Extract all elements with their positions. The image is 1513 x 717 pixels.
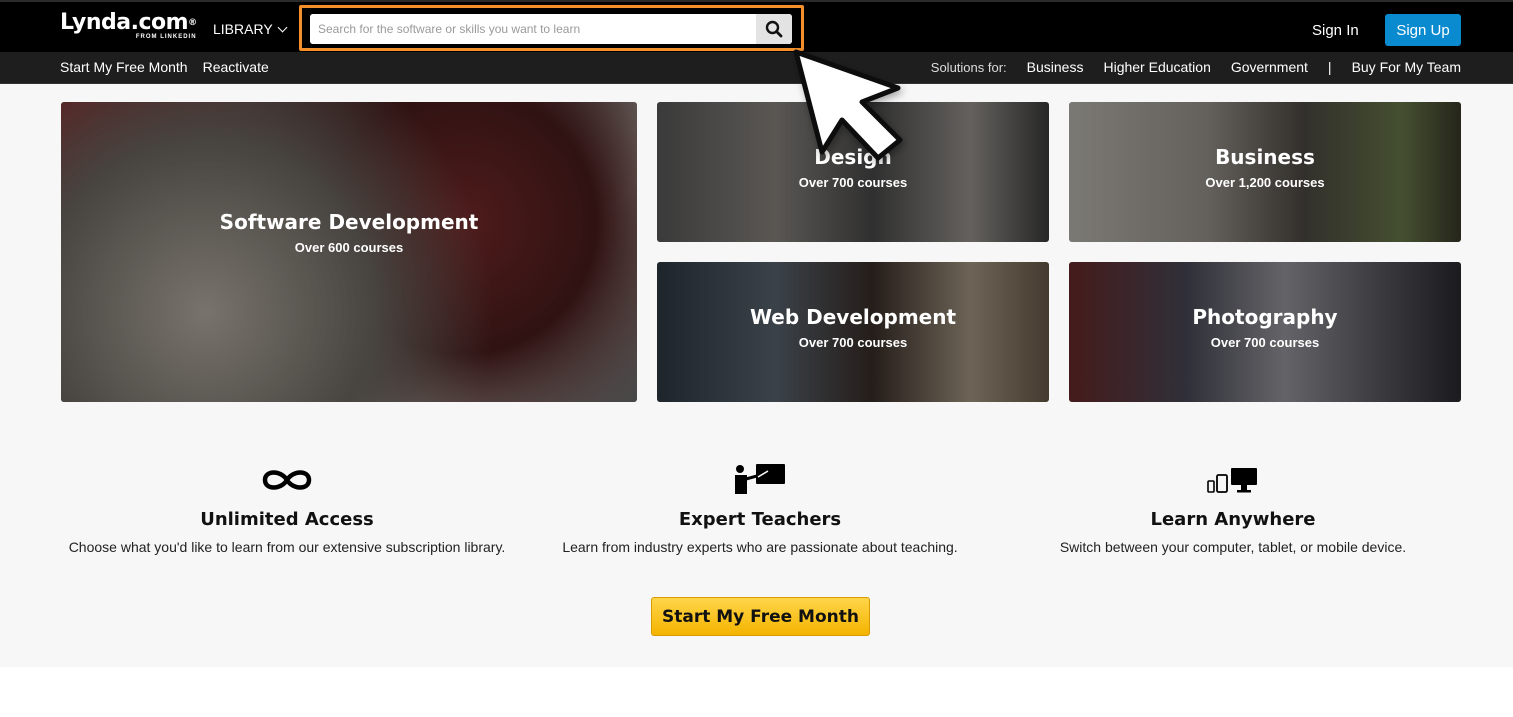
solutions-government-link[interactable]: Government [1231,59,1308,75]
tile-title: Photography [1192,305,1338,329]
lynda-logo[interactable]: Lynda.com® FROM LINKEDIN [60,10,197,41]
tile-title: Business [1215,145,1315,169]
feature-title: Expert Teachers [678,509,842,530]
feature-title: Learn Anywhere [1150,509,1316,530]
solutions-business-link[interactable]: Business [1027,59,1084,75]
feature-learn-anywhere: Learn Anywhere Switch between your compu… [1013,459,1453,556]
top-navigation-bar: Lynda.com® FROM LINKEDIN LIBRARY Sign In… [0,0,1513,52]
feature-description: Switch between your computer, tablet, or… [1059,539,1407,555]
feature-description: Choose what you'd like to learn from our… [68,539,506,555]
tile-subtitle: Over 700 courses [798,335,908,350]
tile-title: Design [814,145,892,169]
solutions-higher-education-link[interactable]: Higher Education [1103,59,1210,75]
feature-expert-teachers: Expert Teachers Learn from industry expe… [540,459,980,556]
tile-subtitle: Over 700 courses [1210,335,1320,350]
category-tile-photography[interactable]: Photography Over 700 courses [1069,262,1461,402]
library-menu-button[interactable]: LIBRARY [213,21,288,37]
feature-title: Unlimited Access [200,509,374,530]
start-free-month-button[interactable]: Start My Free Month [651,597,870,636]
devices-icon [1207,468,1257,493]
nav-separator: | [1327,59,1332,75]
sign-up-button[interactable]: Sign Up [1385,14,1461,46]
logo-registered-mark: ® [188,18,197,28]
feature-unlimited-access: Unlimited Access Choose what you'd like … [67,459,507,556]
tile-subtitle: Over 700 courses [798,175,908,190]
logo-text: Lynda.com [60,10,189,35]
main-content: Software Development Over 600 courses De… [0,84,1513,667]
category-tile-web-development[interactable]: Web Development Over 700 courses [657,262,1049,402]
category-tile-design[interactable]: Design Over 700 courses [657,102,1049,242]
tile-subtitle: Over 600 courses [294,240,404,255]
category-tile-software-development[interactable]: Software Development Over 600 courses [61,102,637,402]
search-box [310,14,792,44]
chevron-down-icon [277,22,288,32]
search-icon [765,20,783,38]
tile-subtitle: Over 1,200 courses [1205,175,1325,190]
reactivate-link[interactable]: Reactivate [203,59,269,75]
buy-for-my-team-link[interactable]: Buy For My Team [1352,59,1461,75]
tile-title: Web Development [749,305,957,329]
library-label: LIBRARY [213,21,273,37]
secondary-navigation-bar: Start My Free Month Reactivate Solutions… [0,52,1513,84]
solutions-for-label: Solutions for: [930,59,1007,75]
search-button[interactable] [756,14,792,44]
tile-title: Software Development [219,210,479,234]
sign-in-link[interactable]: Sign In [1312,22,1359,39]
teacher-icon [735,464,785,494]
start-free-month-link[interactable]: Start My Free Month [60,59,188,75]
category-tile-business[interactable]: Business Over 1,200 courses [1069,102,1461,242]
infinity-icon [262,470,312,490]
feature-description: Learn from industry experts who are pass… [562,539,958,555]
search-input[interactable] [310,14,756,44]
